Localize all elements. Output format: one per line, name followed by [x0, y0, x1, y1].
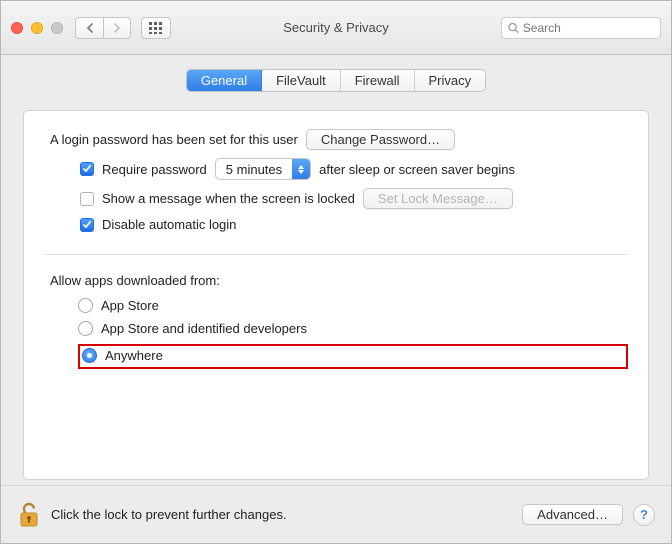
radio-app-store[interactable]: App Store [78, 298, 628, 313]
set-lock-message-button: Set Lock Message… [363, 188, 513, 209]
grid-icon [149, 22, 163, 34]
back-button[interactable] [75, 17, 103, 39]
radio-anywhere[interactable]: Anywhere [82, 348, 163, 363]
password-delay-select[interactable]: 5 minutes [215, 158, 311, 180]
window-controls [11, 22, 63, 34]
anywhere-highlight: Anywhere [78, 344, 628, 369]
help-button[interactable]: ? [633, 504, 655, 526]
chevron-left-icon [86, 23, 94, 33]
password-delay-value: 5 minutes [216, 162, 292, 177]
minimize-window-button[interactable] [31, 22, 43, 34]
security-privacy-window: Security & Privacy General FileVault Fir… [0, 0, 672, 544]
chevron-right-icon [113, 23, 121, 33]
tab-general[interactable]: General [187, 70, 262, 91]
allow-apps-radio-group: App Store App Store and identified devel… [78, 298, 628, 369]
check-icon [82, 164, 92, 174]
lock-button[interactable] [17, 501, 41, 529]
tab-privacy[interactable]: Privacy [415, 70, 486, 91]
nav-buttons [75, 17, 131, 39]
radio-app-store-identified-label: App Store and identified developers [101, 321, 307, 336]
radio-icon [78, 298, 93, 313]
disable-auto-login-label: Disable automatic login [102, 217, 236, 232]
tab-firewall[interactable]: Firewall [341, 70, 415, 91]
close-window-button[interactable] [11, 22, 23, 34]
titlebar: Security & Privacy [1, 1, 671, 55]
radio-anywhere-label: Anywhere [105, 348, 163, 363]
allow-apps-heading: Allow apps downloaded from: [50, 273, 628, 288]
show-all-button[interactable] [141, 17, 171, 39]
radio-icon [78, 321, 93, 336]
after-sleep-label: after sleep or screen saver begins [319, 162, 515, 177]
login-password-status: A login password has been set for this u… [50, 132, 298, 147]
search-field[interactable] [501, 17, 661, 39]
search-input[interactable] [523, 21, 654, 35]
show-message-checkbox[interactable] [80, 192, 94, 206]
content-area: General FileVault Firewall Privacy A log… [1, 55, 671, 485]
advanced-button[interactable]: Advanced… [522, 504, 623, 525]
require-password-checkbox[interactable] [80, 162, 94, 176]
radio-icon [82, 348, 97, 363]
stepper-icon [292, 159, 310, 179]
zoom-window-button[interactable] [51, 22, 63, 34]
divider [44, 254, 628, 255]
tab-bar: General FileVault Firewall Privacy [23, 69, 649, 92]
radio-app-store-identified[interactable]: App Store and identified developers [78, 321, 628, 336]
check-icon [82, 220, 92, 230]
tab-filevault[interactable]: FileVault [262, 70, 341, 91]
require-password-label: Require password [102, 162, 207, 177]
disable-auto-login-checkbox[interactable] [80, 218, 94, 232]
change-password-button[interactable]: Change Password… [306, 129, 455, 150]
search-icon [508, 22, 519, 34]
lock-text: Click the lock to prevent further change… [51, 507, 287, 522]
general-panel: A login password has been set for this u… [23, 110, 649, 480]
radio-app-store-label: App Store [101, 298, 159, 313]
forward-button[interactable] [103, 17, 131, 39]
show-message-label: Show a message when the screen is locked [102, 191, 355, 206]
unlocked-lock-icon [17, 501, 41, 529]
footer: Click the lock to prevent further change… [1, 485, 671, 543]
